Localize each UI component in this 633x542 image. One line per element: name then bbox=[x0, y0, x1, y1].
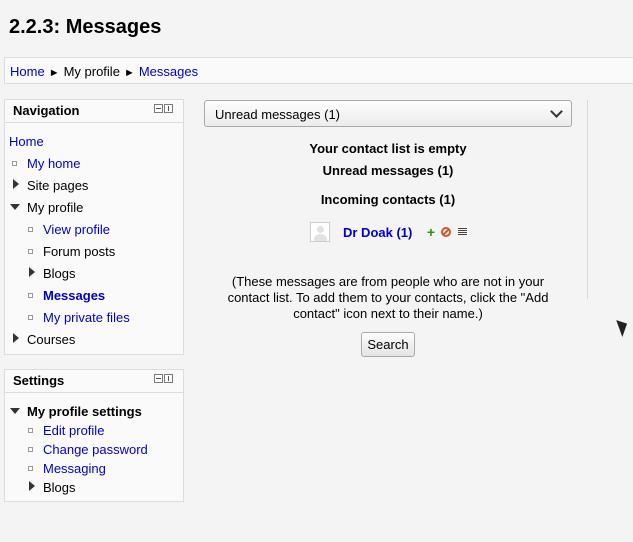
settings-messaging-link[interactable]: Messaging bbox=[43, 461, 106, 476]
settings-block-header: Settings bbox=[5, 370, 183, 393]
incoming-contacts-heading: Incoming contacts (1) bbox=[320, 192, 456, 207]
nav-courses[interactable]: Courses bbox=[27, 332, 75, 347]
expand-arrow-icon[interactable] bbox=[13, 333, 19, 343]
block-contact-icon[interactable] bbox=[441, 227, 451, 237]
nav-site-pages[interactable]: Site pages bbox=[27, 178, 88, 193]
nav-messages-link[interactable]: Messages bbox=[43, 288, 105, 303]
collapse-block-icon[interactable] bbox=[154, 104, 163, 113]
nav-my-home-link[interactable]: My home bbox=[27, 156, 80, 171]
dock-block-icon[interactable] bbox=[164, 104, 173, 113]
nav-view-profile-link[interactable]: View profile bbox=[43, 222, 110, 237]
block-controls bbox=[154, 104, 173, 113]
mouse-cursor-icon bbox=[616, 317, 631, 337]
settings-change-password-link[interactable]: Change password bbox=[43, 442, 148, 457]
settings-blogs[interactable]: Blogs bbox=[43, 480, 76, 495]
navigation-block: Navigation Home My home Site pages My pr… bbox=[4, 99, 184, 355]
breadcrumb: Home ► My profile ► Messages bbox=[10, 64, 198, 79]
search-button[interactable]: Search bbox=[361, 332, 415, 357]
unread-messages-heading: Unread messages (1) bbox=[322, 163, 454, 178]
column-divider bbox=[587, 100, 588, 299]
navigation-block-title: Navigation bbox=[13, 103, 80, 118]
contact-list-status: Your contact list is empty bbox=[309, 141, 467, 156]
page-title: 2.2.3: Messages bbox=[9, 16, 162, 38]
breadcrumb-home[interactable]: Home bbox=[10, 64, 45, 79]
expand-arrow-icon[interactable] bbox=[13, 179, 19, 189]
nav-blogs[interactable]: Blogs bbox=[43, 266, 76, 281]
settings-block: Settings My profile settings Edit profil… bbox=[4, 369, 184, 502]
expand-arrow-icon[interactable] bbox=[29, 481, 35, 491]
bullet-icon bbox=[28, 447, 33, 452]
bullet-icon bbox=[12, 161, 17, 166]
nav-home-link[interactable]: Home bbox=[9, 134, 44, 149]
add-contact-icon[interactable]: + bbox=[426, 225, 436, 239]
message-view-select-value: Unread messages (1) bbox=[215, 107, 340, 122]
bullet-icon bbox=[28, 227, 33, 232]
message-view-select[interactable]: Unread messages (1) bbox=[204, 100, 572, 127]
breadcrumb-my-profile: My profile bbox=[63, 64, 120, 79]
nav-my-profile[interactable]: My profile bbox=[27, 200, 83, 215]
bullet-icon bbox=[28, 249, 33, 254]
dock-block-icon[interactable] bbox=[164, 374, 173, 383]
nav-forum-posts[interactable]: Forum posts bbox=[43, 244, 115, 259]
expand-arrow-icon[interactable] bbox=[29, 267, 35, 277]
settings-block-title: Settings bbox=[13, 373, 65, 388]
block-controls bbox=[154, 374, 173, 383]
settings-my-profile-settings[interactable]: My profile settings bbox=[27, 404, 142, 419]
bullet-icon bbox=[28, 466, 33, 471]
bullet-icon bbox=[28, 315, 33, 320]
bullet-icon bbox=[28, 428, 33, 433]
breadcrumb-bar: Home ► My profile ► Messages bbox=[4, 57, 633, 84]
avatar-icon[interactable] bbox=[310, 222, 330, 242]
breadcrumb-messages[interactable]: Messages bbox=[139, 64, 198, 79]
collapse-arrow-icon[interactable] bbox=[10, 204, 20, 210]
bullet-icon bbox=[28, 293, 33, 298]
nav-private-files-link[interactable]: My private files bbox=[43, 310, 130, 325]
navigation-block-header: Navigation bbox=[5, 100, 183, 123]
message-history-icon[interactable] bbox=[457, 227, 467, 237]
contact-link[interactable]: Dr Doak (1) bbox=[343, 225, 412, 240]
incoming-contacts-note: (These messages are from people who are … bbox=[227, 274, 549, 321]
collapse-arrow-icon[interactable] bbox=[10, 408, 20, 414]
settings-edit-profile-link[interactable]: Edit profile bbox=[43, 423, 104, 438]
chevron-down-icon bbox=[550, 105, 563, 118]
breadcrumb-separator: ► bbox=[123, 67, 135, 79]
breadcrumb-separator: ► bbox=[48, 67, 60, 79]
collapse-block-icon[interactable] bbox=[154, 374, 163, 383]
